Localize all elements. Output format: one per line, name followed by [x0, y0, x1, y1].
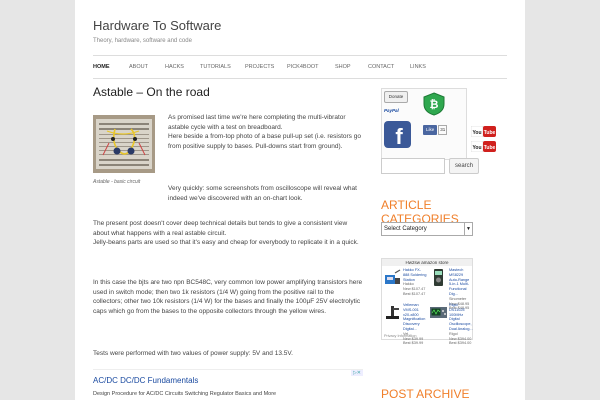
nav-tutorials[interactable]: TUTORIALS [200, 64, 245, 70]
ad-banner[interactable]: ▷✕ AC/DC DC/DC Fundamentals Design Proce… [93, 369, 363, 400]
amazon-store-widget: Hw2sw amazon store Hakko FX-888 Solderin… [381, 258, 473, 345]
like-button[interactable]: Like [423, 125, 438, 135]
paypal-logo: PayPal [384, 108, 399, 113]
search-button[interactable]: search [449, 158, 479, 174]
ad-description: Design Procedure for AC/DC Circuits Swit… [93, 391, 277, 397]
nav-pick4boot[interactable]: PICK4BOOT [287, 64, 335, 70]
facebook-like-widget[interactable]: Like 31 [423, 125, 458, 135]
paragraph-tests: Tests were performed with two values of … [93, 350, 293, 357]
amazon-item-name[interactable]: Mastech MS8229 Auto-Range 5-in-1 Multi-F… [449, 268, 473, 297]
like-count: 31 [438, 125, 448, 135]
main-navigation: HOME ABOUT HACKS TUTORIALS PROJECTS PICK… [93, 55, 507, 79]
svg-text:f: f [395, 124, 403, 148]
category-select-value: Select Category [384, 226, 427, 232]
youtube-icon[interactable]: You Tube [470, 124, 496, 138]
search-input[interactable] [381, 158, 445, 174]
archive-heading: POST ARCHIVE [381, 387, 470, 400]
amazon-item-name[interactable]: Hakko FX-888 Soldering Station [403, 268, 427, 282]
multimeter-icon [434, 269, 443, 286]
amazon-item[interactable]: Velleman VMS-001 x20-x800 Magnification … [383, 303, 427, 345]
bitcoin-icon[interactable]: ₿ [422, 92, 446, 116]
amazon-store-header: Hw2sw amazon store [382, 259, 472, 266]
nav-contact[interactable]: CONTACT [368, 64, 410, 70]
chevron-down-icon[interactable]: ▼ [464, 223, 472, 235]
microscope-icon [386, 306, 399, 319]
sidebar: Donate PayPal ₿ f Like 31 You Tube You T… [381, 88, 507, 400]
paragraph-oscilloscope: Very quickly: some screenshots from osci… [168, 185, 357, 202]
nav-shop[interactable]: SHOP [335, 64, 368, 70]
nav-home[interactable]: HOME [93, 64, 129, 70]
svg-text:You: You [472, 145, 481, 151]
paragraph-overview: The present post doesn't cover deep tech… [93, 220, 359, 246]
amazon-item-best: Best $394.00 [449, 341, 472, 346]
donate-button[interactable]: Donate [384, 91, 408, 103]
nav-hacks[interactable]: HACKS [165, 64, 200, 70]
svg-text:₿: ₿ [430, 98, 439, 111]
amazon-item-name[interactable]: Velleman VMS-001 x20-x800 Magnification … [403, 303, 427, 332]
svg-text:Tube: Tube [484, 130, 496, 136]
oscilloscope-icon [430, 307, 447, 318]
site-title[interactable]: Hardware To Software [93, 18, 221, 33]
amazon-item[interactable]: Mastech MS8229 Auto-Range 5-in-1 Multi-F… [429, 268, 473, 310]
amazon-privacy-link[interactable]: Privacy Information [384, 334, 417, 338]
youtube-icon-2[interactable]: You Tube [470, 139, 496, 153]
amazon-item-best: Best $39.99 [403, 341, 424, 346]
breadboard-photo[interactable] [93, 115, 155, 173]
post-content: Astable – On the road Astable - basic ci… [93, 86, 363, 357]
ad-choices-icon[interactable]: ▷✕ [350, 370, 363, 376]
site-description: Theory, hardware, software and code [93, 38, 192, 44]
paragraph-intro: As promised last time we're here complet… [168, 114, 361, 150]
paragraph-components: In this case the bjts are two npn BC548C… [93, 279, 363, 315]
amazon-item-best: Best $107.47 [403, 291, 426, 296]
figure-caption: Astable - basic circuit [93, 179, 141, 185]
amazon-item[interactable]: Hakko FX-888 Soldering Station Hakko New… [383, 268, 427, 303]
facebook-icon[interactable]: f [384, 121, 411, 149]
ad-title[interactable]: AC/DC DC/DC Fundamentals [93, 376, 363, 385]
svg-text:You: You [472, 130, 481, 136]
amazon-item-name[interactable]: Rigol DS1102E 100MHz Digital Oscilloscop… [449, 303, 473, 332]
nav-about[interactable]: ABOUT [129, 64, 165, 70]
soldering-station-icon [385, 269, 401, 284]
page: Hardware To Software Theory, hardware, s… [75, 0, 525, 400]
amazon-item[interactable]: Rigol DS1102E 100MHz Digital Oscilloscop… [429, 303, 473, 345]
search-widget: search [381, 158, 507, 176]
nav-projects[interactable]: PROJECTS [245, 64, 287, 70]
post-figure: Astable - basic circuit [93, 115, 155, 188]
nav-links[interactable]: LINKS [410, 64, 440, 70]
category-select[interactable]: Select Category ▼ [381, 222, 473, 236]
svg-text:Tube: Tube [484, 145, 496, 151]
social-widget: Donate PayPal ₿ f Like 31 [381, 88, 467, 160]
post-title[interactable]: Astable – On the road [93, 86, 363, 97]
